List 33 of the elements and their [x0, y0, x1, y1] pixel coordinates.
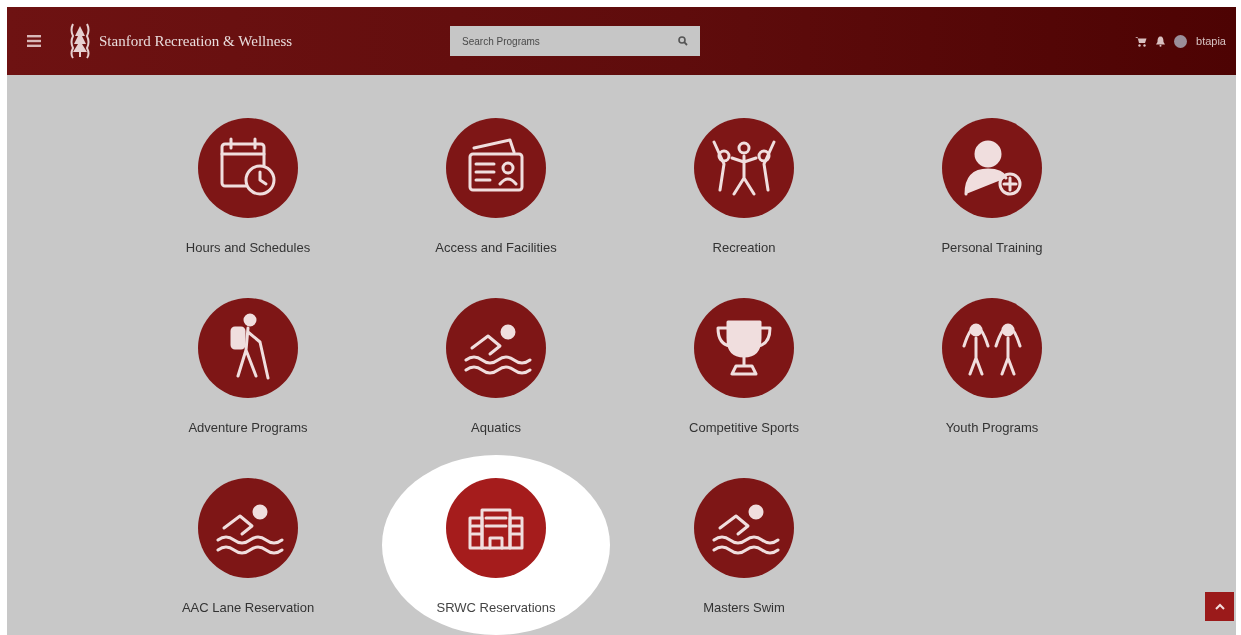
program-tile[interactable]: Youth Programs: [878, 275, 1106, 455]
search-icon[interactable]: [678, 36, 689, 46]
bell-icon[interactable]: [1156, 35, 1165, 47]
building-icon: [446, 478, 546, 578]
hiker-icon: [198, 298, 298, 398]
program-tile[interactable]: Aquatics: [382, 275, 610, 455]
program-tile[interactable]: SRWC Reservations: [382, 455, 610, 635]
program-tile[interactable]: Masters Swim: [630, 455, 858, 635]
menu-icon[interactable]: [27, 35, 41, 47]
trophy-icon: [694, 298, 794, 398]
program-tile[interactable]: Hours and Schedules: [134, 95, 362, 275]
id-card-icon: [446, 118, 546, 218]
chevron-up-icon: [1214, 603, 1225, 610]
user-name[interactable]: btapia: [1196, 35, 1226, 47]
swimmer-icon: [198, 478, 298, 578]
program-tile[interactable]: Adventure Programs: [134, 275, 362, 455]
cart-icon[interactable]: [1135, 35, 1147, 47]
swimmer-icon: [694, 478, 794, 578]
scroll-top-button[interactable]: [1205, 592, 1234, 621]
swimmer-icon: [446, 298, 546, 398]
tree-logo-icon: [69, 22, 91, 60]
program-tile[interactable]: Competitive Sports: [630, 275, 858, 455]
avatar-icon[interactable]: [1174, 34, 1187, 48]
program-tile[interactable]: Access and Facilities: [382, 95, 610, 275]
program-tile[interactable]: AAC Lane Reservation: [134, 455, 362, 635]
children-icon: [942, 298, 1042, 398]
program-tile[interactable]: Personal Training: [878, 95, 1106, 275]
people-icon: [694, 118, 794, 218]
program-tile[interactable]: Recreation: [630, 95, 858, 275]
search-field[interactable]: Search Programs: [450, 26, 701, 56]
person-plus-icon: [942, 118, 1042, 218]
site-title[interactable]: Stanford Recreation & Wellness: [99, 32, 293, 50]
calendar-clock-icon: [198, 118, 298, 218]
